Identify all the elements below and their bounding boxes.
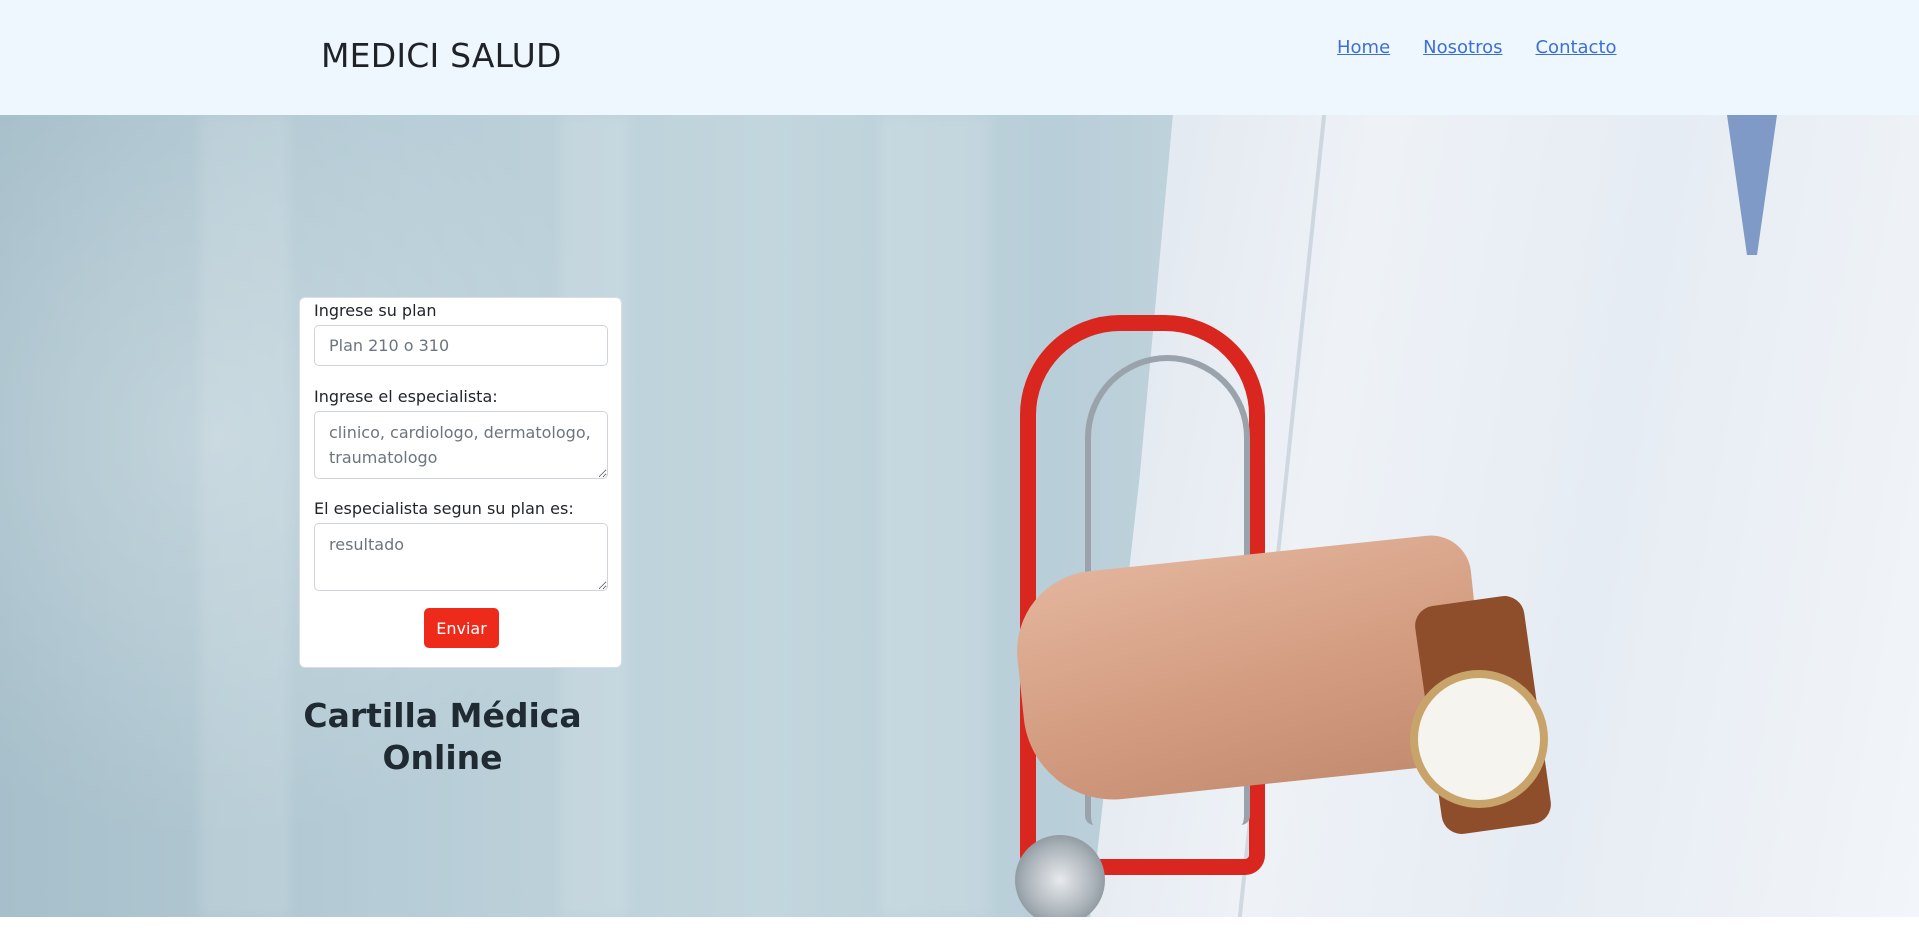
plan-input[interactable] [314, 325, 608, 366]
plan-label: Ingrese su plan [314, 301, 437, 320]
stethoscope-chestpiece-image [1015, 835, 1105, 917]
background-blur [200, 115, 290, 917]
plan-lookup-form: Ingrese su plan Ingrese el especialista:… [299, 297, 622, 668]
submit-button[interactable]: Enviar [424, 608, 499, 648]
background-blur [880, 115, 990, 917]
specialist-label: Ingrese el especialista: [314, 387, 498, 406]
nav-link-contacto[interactable]: Contacto [1535, 37, 1616, 58]
result-textarea[interactable] [314, 523, 608, 591]
wristwatch-image [1410, 670, 1548, 808]
specialist-textarea[interactable] [314, 411, 608, 479]
result-label: El especialista segun su plan es: [314, 499, 574, 518]
hero-section [0, 115, 1919, 917]
navbar: MEDICI SALUD Home Nosotros Contacto [0, 0, 1919, 115]
nav-links: Home Nosotros Contacto [1337, 37, 1617, 58]
page-headline: Cartilla Médica Online [303, 696, 582, 777]
nav-link-nosotros[interactable]: Nosotros [1423, 37, 1502, 58]
brand-logo-text[interactable]: MEDICI SALUD [321, 36, 562, 75]
nav-link-home[interactable]: Home [1337, 37, 1390, 58]
